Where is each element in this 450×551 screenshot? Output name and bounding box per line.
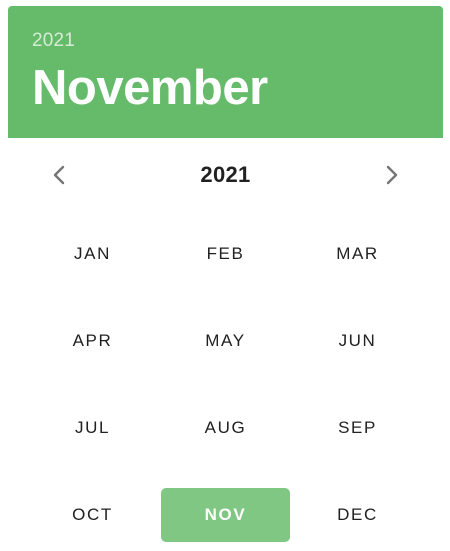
month-picker: 2021 November 2021 JAN FEB MAR APR MAY J…: [0, 0, 450, 551]
header-year[interactable]: 2021: [32, 30, 75, 52]
year-navigation: 2021: [8, 148, 443, 202]
header-month: November: [32, 61, 268, 115]
month-jun[interactable]: JUN: [293, 314, 422, 368]
month-grid: JAN FEB MAR APR MAY JUN JUL AUG SEP OCT …: [28, 211, 423, 551]
month-sep[interactable]: SEP: [293, 401, 422, 455]
month-mar[interactable]: MAR: [293, 227, 422, 281]
month-oct[interactable]: OCT: [28, 488, 157, 542]
next-year-button[interactable]: [374, 157, 410, 193]
month-dec[interactable]: DEC: [293, 488, 422, 542]
chevron-right-icon: [386, 165, 398, 185]
month-jul[interactable]: JUL: [28, 401, 157, 455]
picker-header: 2021 November: [8, 6, 443, 138]
month-aug[interactable]: AUG: [161, 401, 290, 455]
month-apr[interactable]: APR: [28, 314, 157, 368]
month-feb[interactable]: FEB: [161, 227, 290, 281]
month-jan[interactable]: JAN: [28, 227, 157, 281]
month-nov[interactable]: NOV: [161, 488, 290, 542]
month-may[interactable]: MAY: [161, 314, 290, 368]
